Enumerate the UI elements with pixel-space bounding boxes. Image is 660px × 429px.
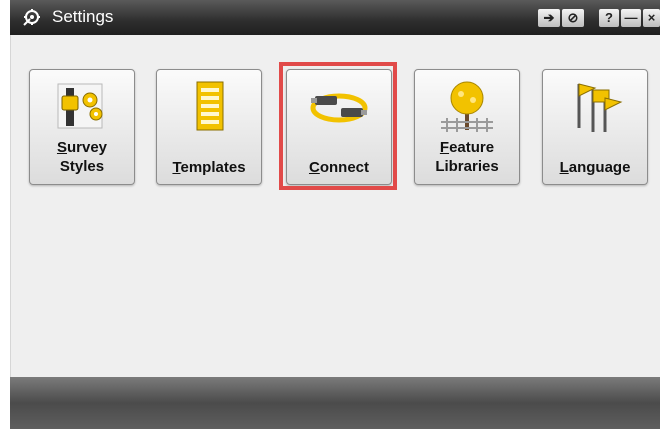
language-label: Language [559,159,631,176]
gear-wrench-icon[interactable] [22,7,42,27]
title-bar: Settings ➔ ⊘ ? — × [10,0,660,35]
survey-styles-icon [57,83,103,129]
settings-content: Survey Styles Templates Connect Feature … [10,35,660,377]
language-flags-icon [577,83,623,132]
bottom-bar [10,377,660,429]
close-icon: × [647,10,656,25]
window-title: Settings [52,7,114,26]
minimize-button[interactable]: — [621,9,641,27]
help-button[interactable]: ? [599,9,619,27]
language-button[interactable]: Language [542,69,648,185]
feature-libraries-label: Feature Libraries [435,139,499,175]
back-icon: ➔ [543,10,555,25]
back-button[interactable]: ➔ [538,9,560,27]
cancel-button[interactable]: ⊘ [562,9,584,27]
settings-window: Settings ➔ ⊘ ? — × Survey Styles Templat… [10,0,660,429]
cancel-icon: ⊘ [567,10,579,25]
templates-label: Templates [172,159,246,176]
survey-styles-label: Survey Styles [56,139,108,175]
help-icon: ? [605,10,613,25]
connect-cable-icon [310,93,368,123]
templates-button[interactable]: Templates [156,69,262,185]
survey-styles-button[interactable]: Survey Styles [29,69,135,185]
templates-icon [196,81,224,131]
feature-libraries-button[interactable]: Feature Libraries [414,69,520,185]
close-button[interactable]: × [643,9,660,27]
feature-libraries-icon [441,81,493,132]
minimize-icon: — [624,10,638,25]
connect-label: Connect [308,159,369,176]
connect-button[interactable]: Connect [286,69,392,185]
